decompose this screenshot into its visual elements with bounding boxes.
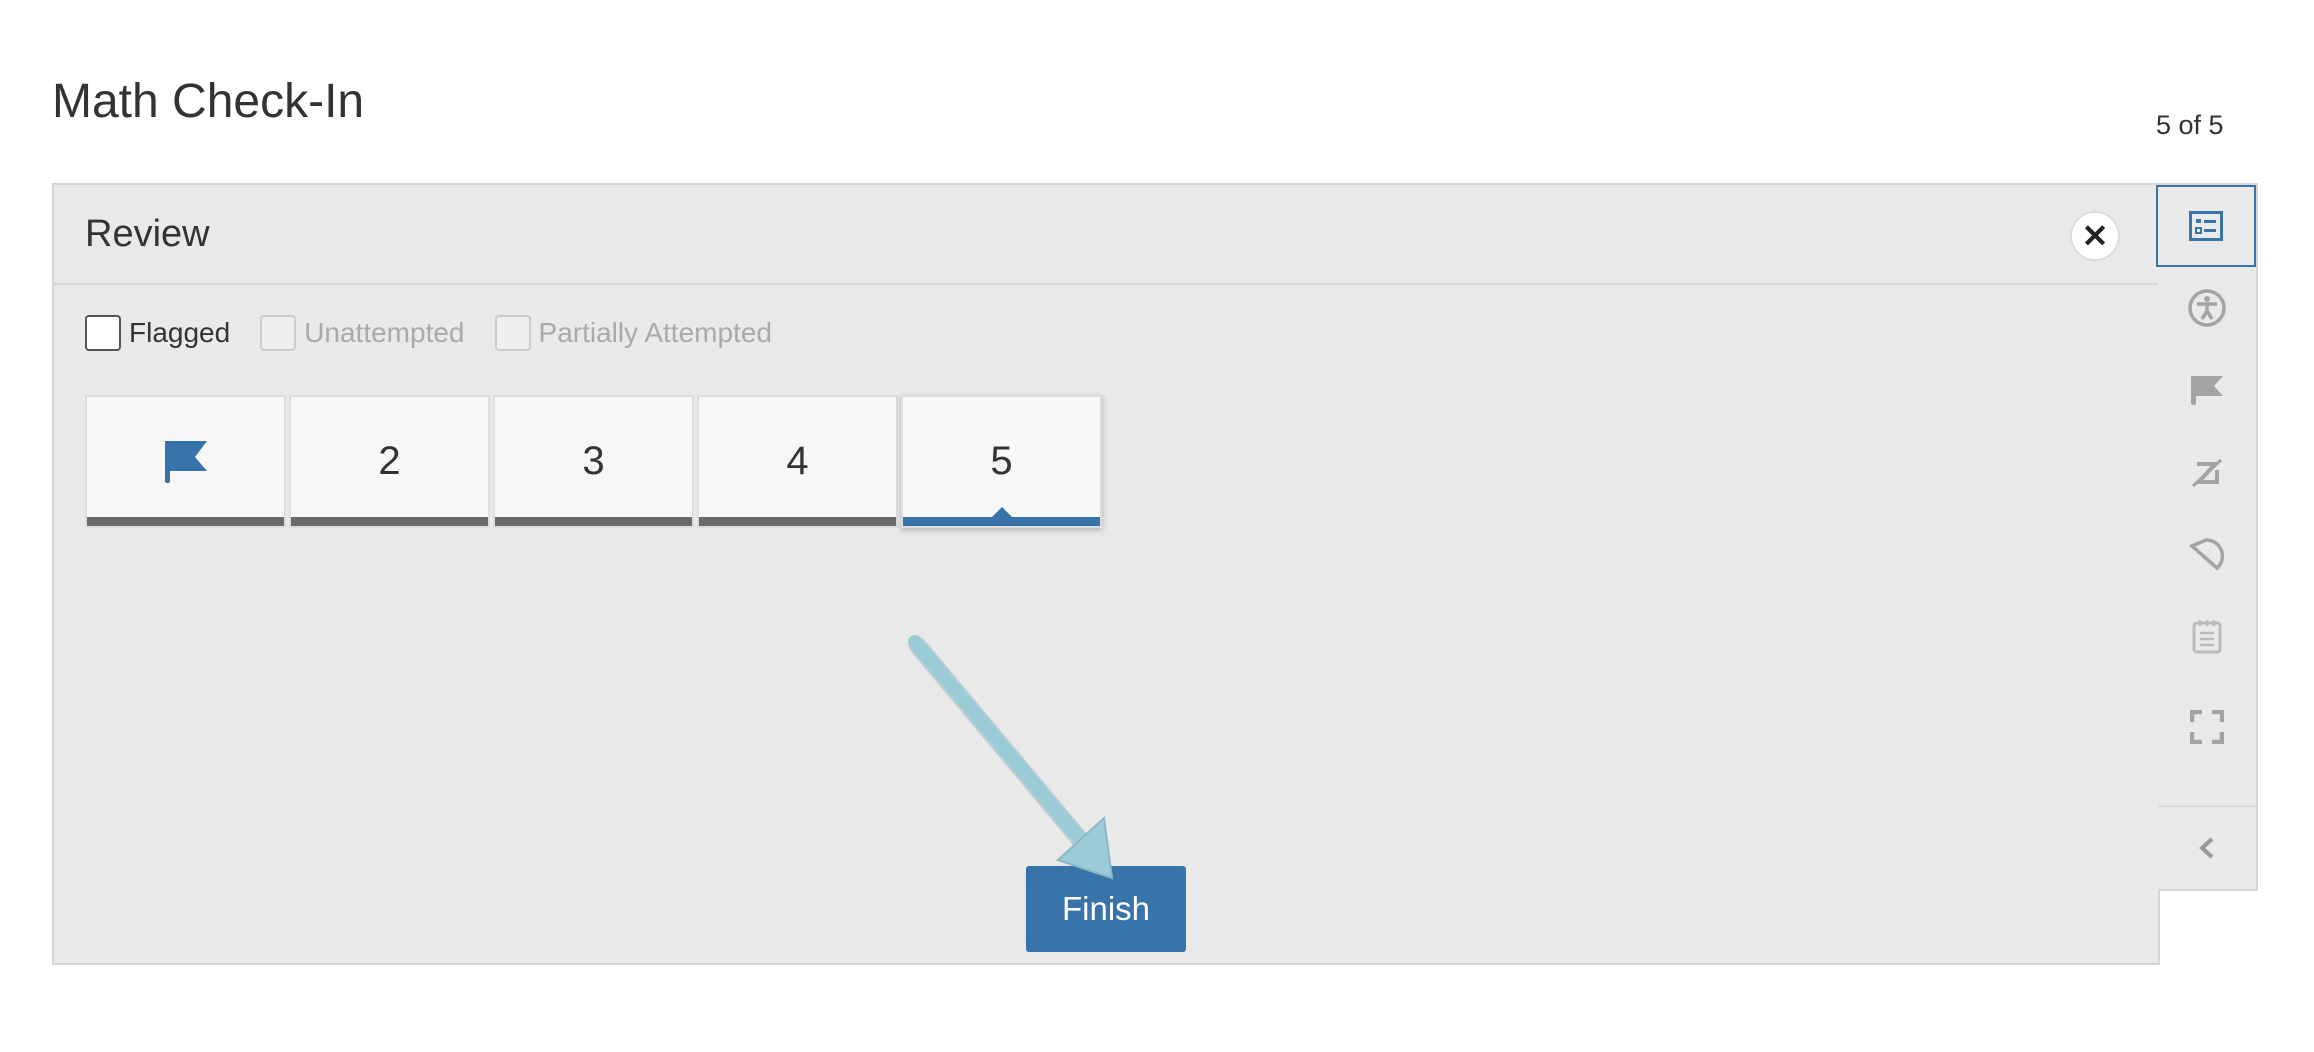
status-bar bbox=[699, 517, 896, 526]
question-tile-3[interactable]: 3 bbox=[493, 395, 694, 528]
question-tile-5[interactable]: 5 bbox=[901, 395, 1102, 528]
status-bar bbox=[87, 517, 284, 526]
review-icon bbox=[2189, 211, 2223, 241]
accessibility-icon bbox=[2188, 289, 2226, 327]
tile-number: 4 bbox=[786, 439, 809, 483]
chevron-left-icon bbox=[2199, 837, 2214, 859]
question-tile-1[interactable] bbox=[85, 395, 286, 528]
protractor-button[interactable] bbox=[2158, 513, 2256, 595]
review-title: Review bbox=[85, 213, 210, 255]
review-tool-button[interactable] bbox=[2156, 185, 2256, 267]
status-bar bbox=[495, 517, 692, 526]
collapse-sidebar-button[interactable] bbox=[2158, 805, 2256, 889]
filter-flagged[interactable]: Flagged bbox=[85, 315, 230, 351]
flag-button[interactable] bbox=[2158, 349, 2256, 431]
status-bar bbox=[291, 517, 488, 526]
filter-partially-attempted[interactable]: Partially Attempted bbox=[494, 315, 772, 351]
close-button[interactable]: ✕ bbox=[2070, 211, 2120, 261]
notepad-icon bbox=[2192, 620, 2222, 654]
page-title: Math Check-In bbox=[52, 75, 365, 128]
filter-label: Flagged bbox=[129, 317, 231, 348]
flagged-checkbox[interactable] bbox=[85, 315, 121, 351]
filter-label: Unattempted bbox=[304, 317, 465, 348]
text-to-speech-off-icon bbox=[2191, 458, 2223, 488]
finish-button[interactable]: Finish bbox=[1026, 866, 1186, 952]
tile-number: 2 bbox=[378, 439, 401, 483]
review-header: Review ✕ bbox=[54, 185, 2158, 285]
notepad-button[interactable] bbox=[2158, 595, 2256, 677]
question-counter: 5 of 5 bbox=[2156, 110, 2224, 140]
filter-label: Partially Attempted bbox=[538, 317, 772, 348]
question-tile-4[interactable]: 4 bbox=[697, 395, 898, 528]
unattempted-checkbox[interactable] bbox=[260, 315, 297, 351]
review-panel: Review ✕ Flagged Unattempted Partially A… bbox=[52, 183, 2160, 965]
fullscreen-icon bbox=[2190, 710, 2224, 744]
question-tile-2[interactable]: 2 bbox=[289, 395, 490, 528]
close-icon: ✕ bbox=[2081, 218, 2109, 254]
accessibility-button[interactable] bbox=[2158, 267, 2256, 349]
flag-icon bbox=[2191, 376, 2223, 405]
partially-attempted-checkbox[interactable] bbox=[494, 315, 531, 351]
protractor-icon bbox=[2189, 538, 2225, 571]
current-indicator bbox=[903, 507, 1100, 526]
fullscreen-button[interactable] bbox=[2158, 677, 2256, 777]
tile-number: 3 bbox=[582, 439, 605, 483]
question-tiles: 2 3 4 5 bbox=[85, 395, 1102, 528]
tool-sidebar bbox=[2156, 183, 2258, 891]
filter-unattempted[interactable]: Unattempted bbox=[260, 315, 465, 351]
text-to-speech-button[interactable] bbox=[2158, 431, 2256, 513]
tile-number: 5 bbox=[990, 439, 1013, 483]
filter-group: Flagged Unattempted Partially Attempted bbox=[85, 315, 772, 351]
flag-icon bbox=[164, 440, 207, 483]
